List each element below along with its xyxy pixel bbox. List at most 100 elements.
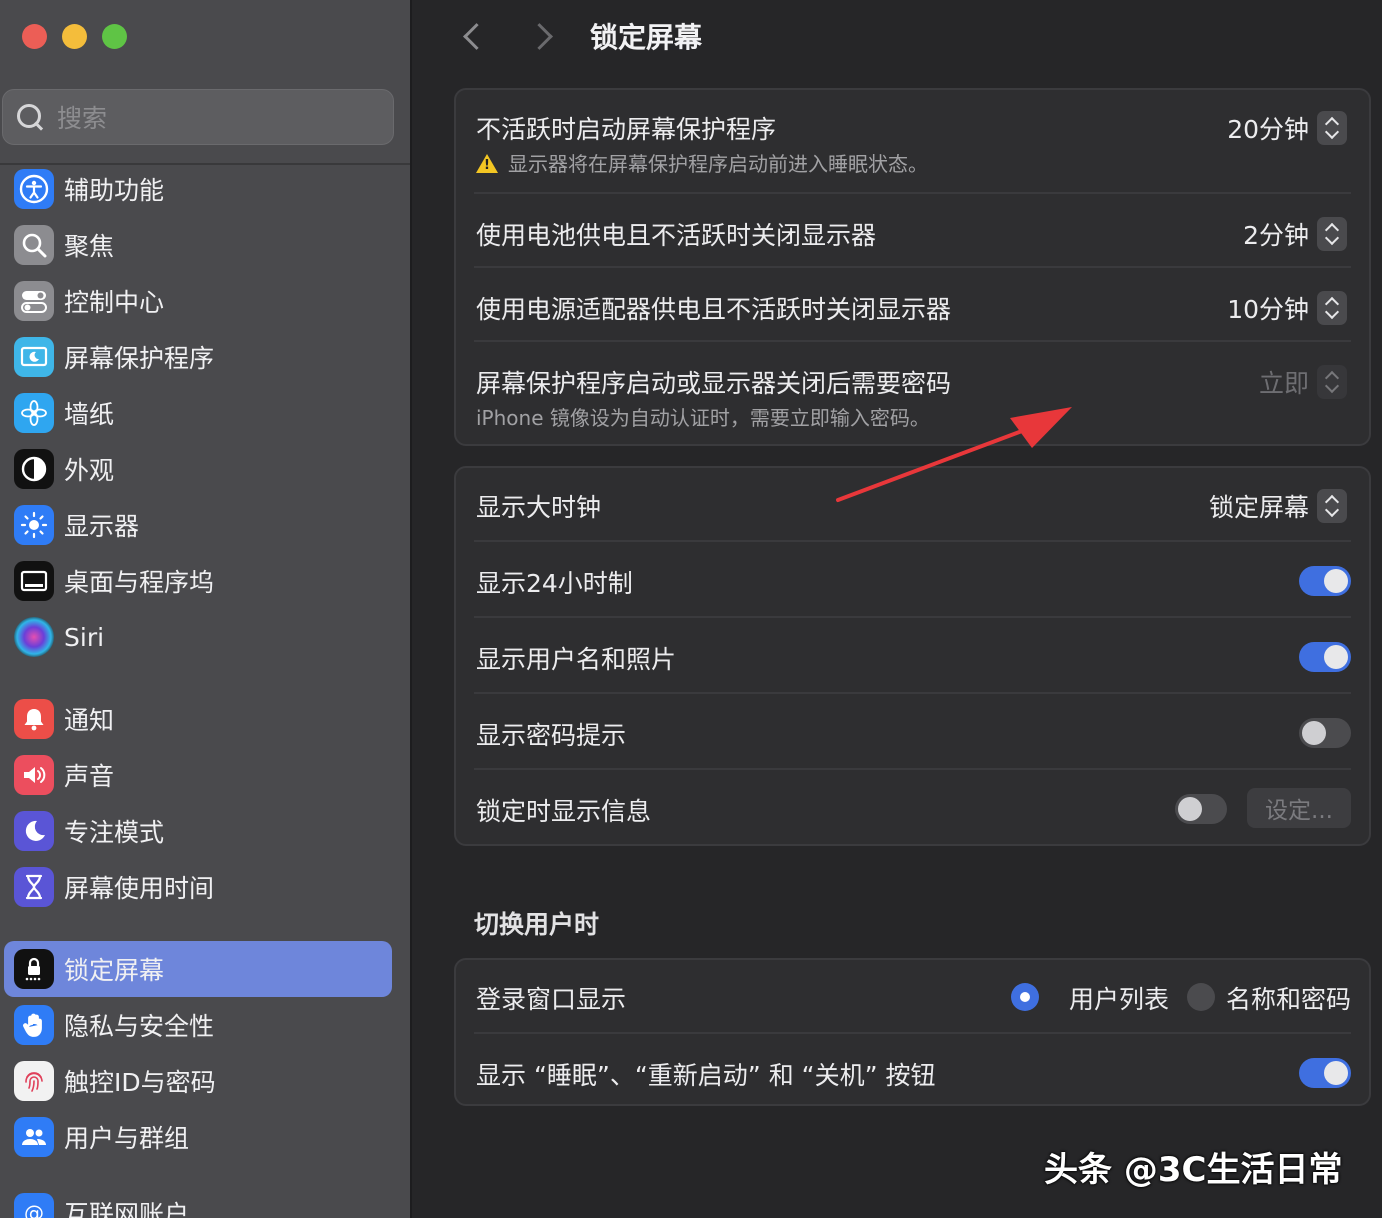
sidebar-item-label: 触控ID与密码 bbox=[64, 1068, 216, 1097]
username-photo-toggle[interactable] bbox=[1299, 642, 1351, 672]
internet-accounts-icon: @ bbox=[14, 1193, 54, 1218]
lock-screen-display-group: 显示大时钟 锁定屏幕 显示24小时制 显示用户名和照片 显示密码提示 锁定时显示… bbox=[454, 466, 1371, 846]
screensaver-start-row: 不活跃时启动屏幕保护程序 显示器将在屏幕保护程序启动前进入睡眠状态。 20分钟 bbox=[474, 90, 1351, 194]
minimize-window-button[interactable] bbox=[62, 24, 87, 49]
warning-icon bbox=[476, 154, 498, 173]
big-clock-row: 显示大时钟 锁定屏幕 bbox=[474, 468, 1351, 542]
24-hour-row: 显示24小时制 bbox=[474, 542, 1351, 618]
screensaver-icon bbox=[14, 337, 54, 377]
back-chevron-icon[interactable] bbox=[460, 22, 480, 50]
stepper-value[interactable]: 20分钟 bbox=[1227, 110, 1309, 146]
adapter-display-off-row: 使用电源适配器供电且不活跃时关闭显示器 10分钟 bbox=[474, 268, 1351, 342]
power-buttons-row: 显示 “睡眠”、“重新启动” 和 “关机” 按钮 bbox=[474, 1034, 1351, 1108]
set-message-button[interactable]: 设定... bbox=[1247, 788, 1351, 828]
sidebar-item-label: 外观 bbox=[64, 456, 115, 485]
sidebar-item-label: 屏幕使用时间 bbox=[64, 874, 215, 903]
sidebar-item-touch-id[interactable]: 触控ID与密码 bbox=[4, 1053, 392, 1109]
row-label: 显示24小时制 bbox=[476, 569, 633, 598]
updown-stepper-icon[interactable] bbox=[1317, 291, 1347, 325]
appearance-icon bbox=[14, 449, 54, 489]
stepper-value[interactable]: 锁定屏幕 bbox=[1209, 488, 1309, 524]
control-center-icon bbox=[14, 281, 54, 321]
sidebar-item-label: 控制中心 bbox=[64, 288, 165, 317]
sidebar-item-lock-screen[interactable]: 锁定屏幕 bbox=[4, 941, 392, 997]
stepper-value[interactable]: 立即 bbox=[1259, 364, 1309, 400]
updown-stepper-icon[interactable] bbox=[1317, 489, 1347, 523]
username-photo-row: 显示用户名和照片 bbox=[474, 618, 1351, 694]
sidebar-item-label: 隐私与安全性 bbox=[64, 1012, 215, 1041]
sidebar-item-appearance[interactable]: 外观 bbox=[4, 441, 392, 497]
display-sun-icon bbox=[14, 505, 54, 545]
sidebar-item-label: 聚焦 bbox=[64, 232, 115, 261]
updown-stepper-icon[interactable] bbox=[1317, 217, 1347, 251]
stepper-value[interactable]: 10分钟 bbox=[1227, 290, 1309, 326]
main-content: 锁定屏幕 不活跃时启动屏幕保护程序 显示器将在屏幕保护程序启动前进入睡眠状态。 … bbox=[414, 0, 1382, 1218]
dock-icon bbox=[14, 561, 54, 601]
search-input[interactable]: 搜索 bbox=[2, 89, 394, 145]
sidebar-item-label: 用户与群组 bbox=[64, 1124, 190, 1153]
siri-icon bbox=[14, 617, 54, 657]
sidebar-item-notifications[interactable]: 通知 bbox=[4, 691, 392, 747]
sidebar-item-label: 显示器 bbox=[64, 512, 140, 541]
close-window-button[interactable] bbox=[22, 24, 47, 49]
row-label: 使用电池供电且不活跃时关闭显示器 bbox=[476, 221, 877, 250]
sidebar-item-label: 屏幕保护程序 bbox=[64, 344, 215, 373]
row-label: 显示大时钟 bbox=[476, 493, 602, 522]
sidebar-item-focus[interactable]: 专注模式 bbox=[4, 803, 392, 859]
sidebar-item-screen-time[interactable]: 屏幕使用时间 bbox=[4, 859, 392, 915]
watermark: 头条 @3C生活日常 bbox=[1044, 1150, 1343, 1190]
battery-display-off-row: 使用电池供电且不活跃时关闭显示器 2分钟 bbox=[474, 194, 1351, 268]
spotlight-icon bbox=[14, 225, 54, 265]
sidebar-item-sound[interactable]: 声音 bbox=[4, 747, 392, 803]
sidebar-item-label: 专注模式 bbox=[64, 818, 165, 847]
updown-stepper-icon[interactable] bbox=[1317, 365, 1347, 399]
radio-name-password[interactable] bbox=[1187, 983, 1215, 1011]
search-placeholder: 搜索 bbox=[57, 104, 108, 133]
password-hint-toggle[interactable] bbox=[1299, 718, 1351, 748]
sidebar-item-display[interactable]: 显示器 bbox=[4, 497, 392, 553]
lock-message-toggle[interactable] bbox=[1175, 794, 1227, 824]
stepper-value[interactable]: 2分钟 bbox=[1243, 216, 1309, 252]
screensaver-settings-group: 不活跃时启动屏幕保护程序 显示器将在屏幕保护程序启动前进入睡眠状态。 20分钟 … bbox=[454, 88, 1371, 446]
sidebar: 搜索 辅助功能 聚焦 控制中心 屏幕保护程序 墙纸 外观 显示器 桌面与程序坞 … bbox=[0, 0, 412, 1218]
sidebar-item-users[interactable]: 用户与群组 bbox=[4, 1109, 392, 1165]
lock-message-row: 锁定时显示信息 设定... bbox=[474, 770, 1351, 846]
forward-chevron-icon[interactable] bbox=[532, 22, 552, 50]
updown-stepper-icon[interactable] bbox=[1317, 111, 1347, 145]
lock-screen-icon bbox=[14, 949, 54, 989]
require-password-row: 屏幕保护程序启动或显示器关闭后需要密码 iPhone 镜像设为自动认证时，需要立… bbox=[474, 342, 1351, 446]
row-label: 不活跃时启动屏幕保护程序 bbox=[476, 115, 777, 144]
sound-icon bbox=[14, 755, 54, 795]
24-hour-toggle[interactable] bbox=[1299, 566, 1351, 596]
sidebar-item-label: 辅助功能 bbox=[64, 176, 165, 205]
page-title: 锁定屏幕 bbox=[590, 21, 703, 54]
sidebar-item-accessibility[interactable]: 辅助功能 bbox=[4, 161, 392, 217]
sidebar-item-screensaver[interactable]: 屏幕保护程序 bbox=[4, 329, 392, 385]
sidebar-item-privacy[interactable]: 隐私与安全性 bbox=[4, 997, 392, 1053]
switch-user-group: 登录窗口显示 用户列表 名称和密码 显示 “睡眠”、“重新启动” 和 “关机” … bbox=[454, 958, 1371, 1106]
row-label: 锁定时显示信息 bbox=[476, 797, 652, 826]
section-title: 切换用户时 bbox=[474, 910, 600, 939]
radio-label: 用户列表 bbox=[1068, 985, 1169, 1014]
sidebar-item-dock[interactable]: 桌面与程序坞 bbox=[4, 553, 392, 609]
window-controls bbox=[22, 24, 127, 49]
row-sub: iPhone 镜像设为自动认证时，需要立即输入密码。 bbox=[476, 406, 930, 430]
sidebar-item-spotlight[interactable]: 聚焦 bbox=[4, 217, 392, 273]
sidebar-item-label: 墙纸 bbox=[64, 400, 115, 429]
zoom-window-button[interactable] bbox=[102, 24, 127, 49]
sidebar-item-label: 锁定屏幕 bbox=[64, 956, 165, 985]
row-warning: 显示器将在屏幕保护程序启动前进入睡眠状态。 bbox=[476, 148, 928, 177]
sidebar-item-label: 互联网账户 bbox=[64, 1200, 190, 1218]
accessibility-icon bbox=[14, 169, 54, 209]
radio-user-list[interactable] bbox=[1011, 983, 1039, 1011]
hourglass-icon bbox=[14, 867, 54, 907]
sidebar-item-siri[interactable]: Siri bbox=[4, 609, 392, 665]
warning-text: 显示器将在屏幕保护程序启动前进入睡眠状态。 bbox=[508, 152, 928, 176]
sidebar-item-wallpaper[interactable]: 墙纸 bbox=[4, 385, 392, 441]
privacy-hand-icon bbox=[14, 1005, 54, 1045]
power-buttons-toggle[interactable] bbox=[1299, 1058, 1351, 1088]
login-window-row: 登录窗口显示 用户列表 名称和密码 bbox=[474, 960, 1351, 1034]
sidebar-item-internet-accounts[interactable]: @ 互联网账户 bbox=[4, 1185, 392, 1218]
sidebar-item-control-center[interactable]: 控制中心 bbox=[4, 273, 392, 329]
row-label: 显示密码提示 bbox=[476, 721, 627, 750]
